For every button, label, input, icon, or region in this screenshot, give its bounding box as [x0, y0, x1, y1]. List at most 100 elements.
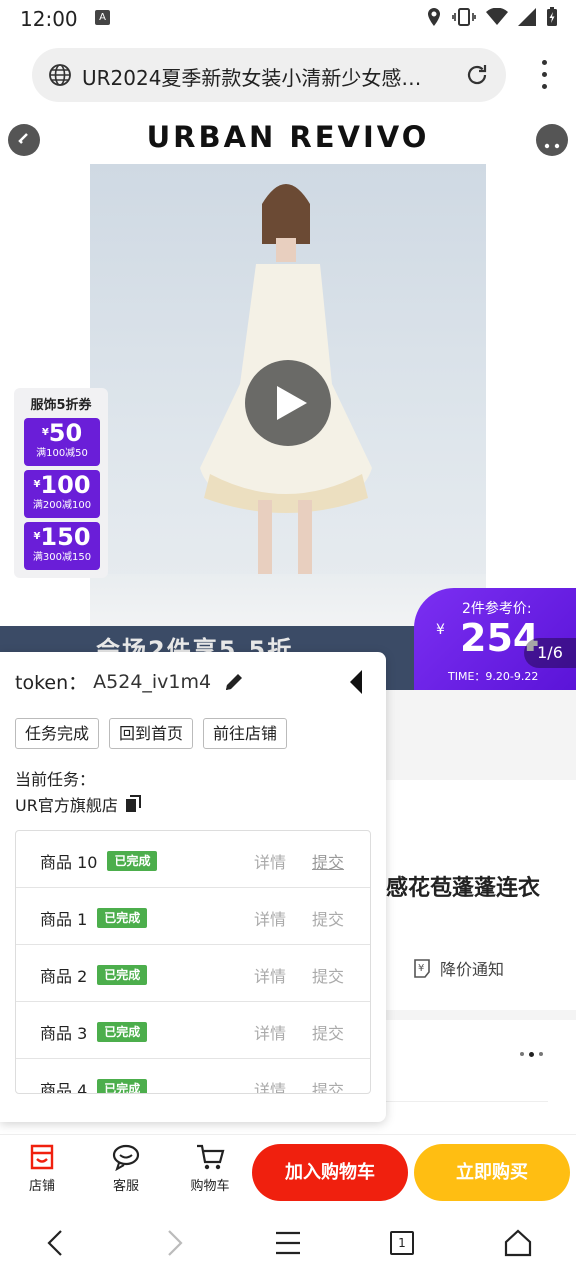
status-icons: [426, 7, 558, 27]
token-label: token：: [15, 672, 88, 694]
back-arrow-icon[interactable]: [44, 1228, 68, 1258]
cart-label: 购物车: [190, 1179, 230, 1194]
task-detail-link[interactable]: 详情: [254, 849, 286, 873]
play-icon: [277, 386, 307, 420]
address-bar[interactable]: UR2024夏季新款女装小清新少女感…: [32, 48, 506, 102]
location-icon: [428, 8, 440, 26]
store-name: UR官方旗舰店: [15, 796, 118, 815]
price-label: 2件参考价:: [462, 601, 532, 617]
coupon-amount: 150: [40, 523, 91, 551]
url-title[interactable]: UR2024夏季新款女装小清新少女感…: [82, 62, 454, 91]
status-badge: 已完成: [97, 1079, 148, 1093]
status-badge: 已完成: [97, 965, 148, 985]
home-icon[interactable]: [504, 1228, 532, 1258]
task-detail-link[interactable]: 详情: [254, 906, 286, 930]
task-panel: token： A524_iv1m4 任务完成 回到首页 前往店铺 当前任务： U…: [0, 652, 386, 1122]
task-row: 商品 1 已完成 详情 提交: [16, 888, 370, 945]
current-task-label: 当前任务：: [15, 770, 96, 789]
store-tab[interactable]: 店铺: [12, 1143, 72, 1194]
task-name: 商品 2: [40, 967, 88, 986]
task-row: 商品 3 已完成 详情 提交: [16, 1002, 370, 1059]
vibrate-icon: [452, 8, 476, 26]
task-name: 商品 1: [40, 910, 88, 929]
task-submit-link[interactable]: 提交: [312, 906, 344, 930]
globe-icon: [49, 64, 71, 86]
task-row: 商品 2 已完成 详情 提交: [16, 945, 370, 1002]
play-video-button[interactable]: [245, 360, 331, 446]
menu-icon[interactable]: [274, 1228, 302, 1258]
coupon-currency: ¥: [41, 427, 49, 438]
signal-icon: [518, 8, 536, 26]
task-detail-link[interactable]: 详情: [254, 1020, 286, 1044]
more-menu-icon[interactable]: [542, 60, 548, 90]
coupon-item[interactable]: ¥100 满200减100: [24, 470, 100, 518]
coupon-card[interactable]: 服饰5折券 ¥50 满100减50 ¥100 满200减100 ¥150 满30…: [14, 388, 108, 578]
store-icon: [30, 1144, 54, 1170]
price-notify-label: 降价通知: [440, 960, 505, 979]
status-badge: 已完成: [97, 1022, 148, 1042]
copy-icon[interactable]: [124, 795, 142, 813]
cart-tab[interactable]: 购物车: [180, 1143, 240, 1194]
status-bar: 12:00 A: [0, 0, 576, 36]
task-detail-link[interactable]: 详情: [254, 963, 286, 987]
divider: [386, 1101, 548, 1102]
task-submit-link[interactable]: 提交: [312, 1077, 344, 1093]
notification-icon: A: [95, 10, 110, 25]
store-label: 店铺: [28, 1179, 55, 1194]
service-label: 客服: [112, 1179, 139, 1194]
current-task-store: UR官方旗舰店: [15, 792, 142, 816]
go-store-button[interactable]: 前往店铺: [203, 718, 288, 749]
browser-nav-bar: 1: [0, 1206, 576, 1280]
coupon-amount: 50: [48, 419, 83, 447]
status-badge: 已完成: [107, 851, 158, 871]
back-icon[interactable]: [8, 124, 40, 156]
token-value: A524_iv1m4: [93, 670, 212, 693]
task-submit-link[interactable]: 提交: [312, 849, 344, 873]
coupon-title: 服饰5折券: [30, 398, 92, 413]
task-submit-link[interactable]: 提交: [312, 1020, 344, 1044]
task-row: 商品 10 已完成 详情 提交: [16, 831, 370, 888]
battery-icon: [547, 7, 557, 26]
image-pager: 1/6: [524, 638, 576, 668]
buy-now-button[interactable]: 立即购买: [414, 1144, 570, 1201]
price-currency: ¥: [436, 622, 445, 638]
chat-icon: [112, 1144, 140, 1171]
forward-arrow-icon[interactable]: [162, 1228, 186, 1258]
coupon-amount: 100: [40, 471, 91, 499]
edit-icon[interactable]: [223, 671, 245, 693]
token-row: token： A524_iv1m4: [15, 668, 245, 695]
coupon-item[interactable]: ¥150 满300减150: [24, 522, 100, 570]
price-notify-button[interactable]: ¥ 降价通知: [410, 956, 504, 980]
task-name: 商品 3: [40, 1024, 88, 1043]
task-submit-link[interactable]: 提交: [312, 963, 344, 987]
carousel-dots: [520, 1052, 543, 1057]
coupon-item[interactable]: ¥50 满100减50: [24, 418, 100, 466]
coupon-condition: 满200减100: [32, 500, 92, 511]
price-time: TIME：9.20-9.22: [448, 670, 539, 683]
svg-text:¥: ¥: [418, 963, 424, 974]
status-badge: 已完成: [97, 908, 148, 928]
more-icon[interactable]: [536, 124, 568, 156]
brand-logo: URBAN REVIVO: [146, 120, 430, 154]
task-name: 商品 4: [40, 1081, 88, 1094]
add-to-cart-button[interactable]: 加入购物车: [252, 1144, 408, 1201]
wifi-icon: [486, 8, 508, 25]
panel-buttons: 任务完成 回到首页 前往店铺: [15, 718, 288, 749]
task-detail-link[interactable]: 详情: [254, 1077, 286, 1093]
task-complete-button[interactable]: 任务完成: [15, 718, 100, 749]
tabs-button[interactable]: 1: [390, 1231, 414, 1255]
reload-icon[interactable]: [464, 62, 490, 88]
coupon-condition: 满100减50: [36, 448, 88, 459]
product-title: 感花苞蓬蓬连衣: [386, 876, 541, 901]
task-name: 商品 10: [40, 853, 98, 872]
action-bar: 店铺 客服 购物车 加入购物车 立即购买: [0, 1134, 576, 1206]
cart-icon: [197, 1144, 225, 1170]
price-tag-icon: ¥: [414, 959, 430, 978]
status-time: 12:00: [20, 7, 78, 31]
task-list: 商品 10 已完成 详情 提交 商品 1 已完成 详情 提交 商品 2 已完成 详情 …: [15, 830, 371, 1094]
service-tab[interactable]: 客服: [96, 1143, 156, 1194]
task-row: 商品 4 已完成 详情 提交: [16, 1059, 370, 1094]
back-home-button[interactable]: 回到首页: [109, 718, 194, 749]
coupon-condition: 满300减150: [32, 552, 92, 563]
collapse-panel-icon[interactable]: [346, 668, 366, 696]
